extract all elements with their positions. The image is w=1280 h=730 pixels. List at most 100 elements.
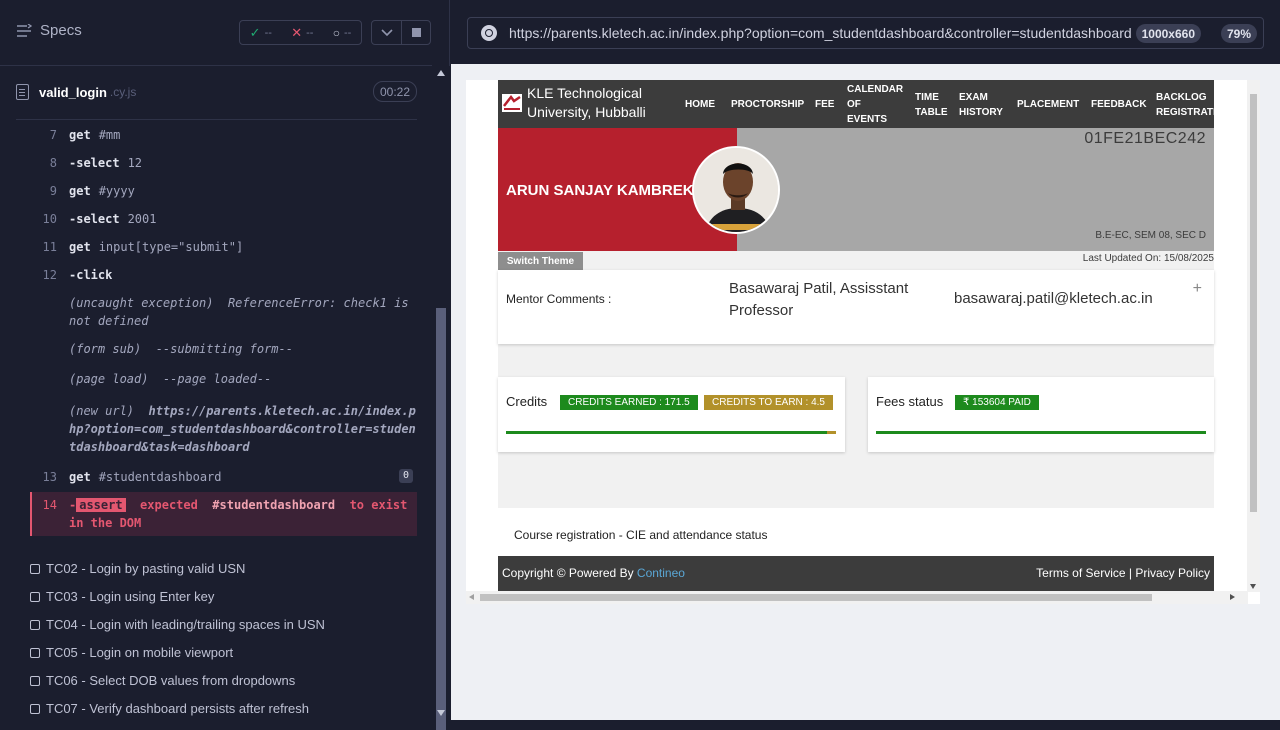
nav-time-table[interactable]: TIME TABLE — [915, 90, 948, 120]
course-registration-title: Course registration - CIE and attendance… — [514, 528, 768, 542]
nav-fee[interactable]: FEE — [815, 97, 834, 112]
url-text: https://parents.kletech.ac.in/index.php?… — [509, 25, 1132, 41]
file-icon — [16, 84, 29, 100]
iframe-vertical-scrollbar[interactable] — [1247, 80, 1260, 592]
test-item[interactable]: TC06 - Select DOB values from dropdowns — [30, 673, 295, 688]
scrollbar-thumb[interactable] — [436, 308, 446, 730]
command-number: 7 — [49, 128, 57, 142]
scroll-down-icon[interactable] — [1250, 584, 1256, 589]
viewport-badge[interactable]: 1000x660 — [1135, 24, 1201, 43]
university-logo — [502, 94, 522, 112]
log-label: (uncaught exception) — [69, 296, 214, 310]
contineo-link[interactable]: Contineo — [637, 566, 685, 580]
command-name: -select — [69, 156, 120, 170]
mentor-email: basawaraj.patil@kletech.ac.in — [954, 290, 1153, 307]
spec-title-row[interactable]: valid_login .cy.js 00:22 — [16, 76, 417, 108]
command-number: 8 — [49, 156, 57, 170]
switch-theme-button[interactable]: Switch Theme — [498, 252, 583, 270]
aut-panel: https://parents.kletech.ac.in/index.php?… — [451, 0, 1280, 720]
test-status-icon — [30, 703, 40, 714]
failed-command-row[interactable]: 14 - assert expected #studentdashboard to… — [30, 492, 417, 536]
footer-links[interactable]: Terms of Service | Privacy Policy — [1036, 566, 1210, 580]
scroll-down-icon[interactable] — [437, 710, 445, 716]
spec-duration: 00:22 — [372, 81, 417, 102]
reporter-scrollbar[interactable] — [432, 66, 450, 730]
test-title: TC06 - Select DOB values from dropdowns — [46, 673, 296, 688]
command-number: 11 — [42, 240, 57, 254]
command-row[interactable]: 7 get #mm — [30, 120, 417, 148]
check-icon: ✓ — [249, 24, 261, 40]
command-row[interactable]: 13 get #studentdashboard 0 — [30, 460, 417, 488]
test-title: TC07 - Verify dashboard persists after r… — [46, 701, 310, 716]
scroll-up-icon[interactable] — [437, 70, 445, 76]
test-title: TC05 - Login on mobile viewport — [46, 645, 234, 660]
command-number: 12 — [42, 268, 57, 282]
credits-progress — [506, 431, 836, 434]
passed-stat: ✓ -- — [250, 25, 272, 41]
specs-list-icon — [17, 23, 32, 37]
command-name: -select — [69, 212, 120, 226]
specs-button[interactable]: Specs — [16, 22, 82, 39]
expand-plus-icon[interactable]: + — [1193, 280, 1202, 298]
test-item[interactable]: TC05 - Login on mobile viewport — [30, 645, 233, 660]
test-item[interactable]: TC02 - Login by pasting valid USN — [30, 561, 245, 576]
mentor-label: Mentor Comments : — [506, 292, 612, 306]
fees-card: Fees status ₹ 153604 PAID — [868, 377, 1214, 452]
selector-playground-icon[interactable] — [481, 25, 497, 41]
command-arg: #yyyy — [98, 184, 135, 198]
test-status-icon — [30, 619, 40, 630]
command-row[interactable]: 8 -select 12 — [30, 148, 417, 176]
university-name[interactable]: KLE Technological University, Hubballi — [527, 84, 646, 122]
assert-selector: #studentdashboard — [212, 498, 336, 512]
scroll-left-icon[interactable] — [469, 594, 474, 600]
test-item[interactable]: TC04 - Login with leading/trailing space… — [30, 617, 325, 632]
run-controls — [371, 20, 431, 45]
command-row[interactable]: 12 -click — [30, 260, 417, 288]
failed-count: -- — [306, 26, 314, 39]
specs-label: Specs — [40, 22, 82, 39]
nav-feedback[interactable]: FEEDBACK — [1091, 97, 1147, 112]
nav-placement[interactable]: PLACEMENT — [1017, 97, 1079, 112]
test-stats: ✓ -- ✕ -- ○ -- — [239, 20, 362, 45]
url-bar[interactable]: https://parents.kletech.ac.in/index.php?… — [467, 17, 1264, 49]
credits-earned-badge: CREDITS EARNED : 171.5 — [560, 395, 698, 410]
command-row[interactable]: 10 -select 2001 — [30, 204, 417, 232]
fees-paid-badge: ₹ 153604 PAID — [955, 395, 1039, 410]
stop-button[interactable] — [402, 21, 431, 44]
nav-home[interactable]: HOME — [685, 97, 715, 112]
log-row[interactable]: (uncaught exception) ReferenceError: che… — [30, 288, 417, 334]
failed-stat: ✕ -- — [291, 25, 313, 41]
nav-backlog-registration[interactable]: BACKLOGREGISTRATION — [1156, 90, 1214, 120]
log-row[interactable]: (new url) https://parents.kletech.ac.in/… — [30, 392, 417, 460]
command-arg: 12 — [127, 156, 143, 170]
test-status-icon — [30, 675, 40, 686]
test-item[interactable]: TC07 - Verify dashboard persists after r… — [30, 701, 309, 716]
scroll-right-icon[interactable] — [1230, 594, 1235, 600]
log-row[interactable]: (page load) --page loaded-- — [30, 362, 417, 392]
test-title: TC02 - Login by pasting valid USN — [46, 561, 246, 576]
nav-calendar-of-events[interactable]: CALENDAR OF EVENTS — [847, 82, 903, 127]
nav-proctorship[interactable]: PROCTORSHIP — [731, 97, 804, 112]
course-registration-card[interactable]: Course registration - CIE and attendance… — [498, 508, 1214, 556]
log-row[interactable]: (form sub) --submitting form-- — [30, 334, 417, 362]
footer-copyright: Copyright © Powered By Contineo — [502, 566, 685, 580]
log-text: --page loaded-- — [162, 372, 272, 386]
spec-extension: .cy.js — [109, 85, 137, 99]
chevron-down-icon[interactable] — [372, 21, 402, 44]
command-row[interactable]: 11 get input[type="submit"] — [30, 232, 417, 260]
student-dashboard: KLE Technological University, Hubballi H… — [498, 80, 1214, 591]
nav-exam-history[interactable]: EXAM HISTORY — [959, 90, 1003, 120]
log-label: (form sub) — [69, 342, 142, 356]
iframe-horizontal-scrollbar[interactable] — [466, 591, 1248, 604]
assert-expected: expected — [140, 498, 198, 512]
reporter-header: Specs ✓ -- ✕ -- ○ -- — [0, 0, 432, 66]
scrollbar-thumb[interactable] — [1250, 94, 1257, 512]
passed-count: -- — [264, 26, 272, 39]
command-arg: #studentdashboard — [98, 470, 222, 484]
site-footer: Copyright © Powered By Contineo Terms of… — [498, 556, 1214, 591]
test-item[interactable]: TC03 - Login using Enter key — [30, 589, 214, 604]
scrollbar-thumb[interactable] — [480, 594, 1152, 601]
command-row[interactable]: 9 get #yyyy — [30, 176, 417, 204]
student-name: ARUN SANJAY KAMBREKAR — [506, 182, 716, 199]
x-icon: ✕ — [291, 24, 303, 40]
